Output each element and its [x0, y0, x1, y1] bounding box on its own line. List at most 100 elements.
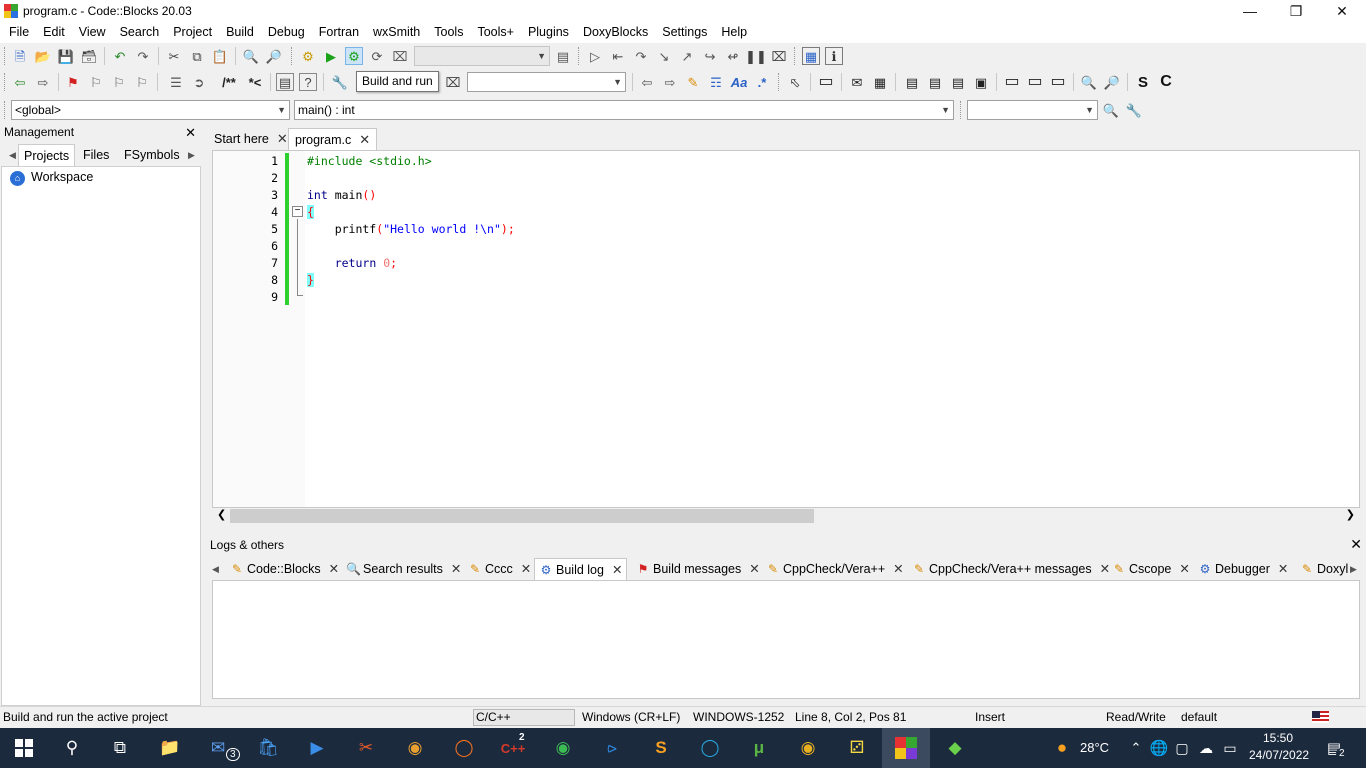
build-gear-icon[interactable]: ⚙ [299, 47, 317, 65]
symbols-s-icon[interactable]: S [1134, 73, 1152, 91]
toolbar-grip[interactable] [291, 47, 294, 65]
task-view-icon[interactable]: ⧉ [108, 736, 132, 760]
tab-build-messages[interactable]: ⚑ Build messages ✕ [636, 558, 760, 580]
doxy-help-icon[interactable]: ? [299, 73, 317, 91]
clear-bookmarks-icon[interactable]: ⚐ [133, 73, 151, 91]
toggle-bookmark-icon[interactable]: ⚑ [64, 73, 82, 91]
tab-search-results[interactable]: 🔍 Search results ✕ [346, 558, 461, 580]
tab-cscope[interactable]: ✎ Cscope ✕ [1112, 558, 1190, 580]
close-tab-icon[interactable]: ✕ [359, 132, 370, 147]
menu-plugins[interactable]: Plugins [521, 22, 576, 43]
zoom-out-icon[interactable]: 🔎 [1103, 73, 1121, 91]
copy-icon[interactable]: ⧉ [188, 47, 206, 65]
pause-icon[interactable]: ❚❚ [745, 47, 767, 65]
cscope-c-icon[interactable]: C [1157, 73, 1175, 91]
python-icon[interactable]: ⚂ [845, 736, 869, 760]
weather-temperature[interactable]: 28°C [1080, 740, 1109, 755]
symbol-settings-icon[interactable]: 🔧 [1125, 101, 1143, 119]
toolbar-grip[interactable] [4, 47, 7, 65]
menu-build[interactable]: Build [219, 22, 261, 43]
save-all-icon[interactable]: 🗃 [80, 47, 98, 65]
panel-tool-icon[interactable]: ▦ [871, 73, 889, 91]
codeblocks-taskbar-icon[interactable] [882, 728, 930, 768]
windows-start-icon[interactable] [12, 736, 36, 760]
run-to-cursor-icon[interactable]: ⇤ [609, 47, 627, 65]
build-and-run-icon[interactable]: ⚙ [345, 47, 363, 65]
next-instruction-icon[interactable]: ↪ [701, 47, 719, 65]
tab-cppcheck-messages[interactable]: ✎ CppCheck/Vera++ messages ✕ [912, 558, 1110, 580]
close-tab-icon[interactable]: ✕ [1100, 562, 1110, 576]
replace-icon[interactable]: 🔎 [265, 47, 283, 65]
obs-icon[interactable]: ◉ [403, 736, 427, 760]
symbol-search-combo[interactable]: ▼ [967, 100, 1098, 120]
file-explorer-icon[interactable]: 📁 [158, 736, 182, 760]
save-icon[interactable]: 💾 [57, 47, 75, 65]
media-player-icon[interactable]: ▶ [305, 736, 329, 760]
workspace-label[interactable]: Workspace [31, 170, 93, 184]
highlight-icon[interactable]: ✎ [684, 73, 702, 91]
editor-horizontal-scrollbar[interactable]: ❮ ❯ [212, 508, 1360, 525]
menu-wxsmith[interactable]: wxSmith [366, 22, 427, 43]
jump-back-icon[interactable]: ⇦ [11, 73, 29, 91]
frame-tool-icon[interactable]: ▭ [817, 73, 835, 91]
scope-combo[interactable]: <global> ▼ [11, 100, 290, 120]
debug-windows-icon[interactable]: ▦ [802, 47, 820, 65]
toolbar-grip[interactable] [794, 47, 797, 65]
build-target-combo[interactable]: ▼ [414, 46, 550, 66]
menu-edit[interactable]: Edit [36, 22, 72, 43]
match-case-icon[interactable]: Aa [730, 73, 748, 91]
pointer-tool-icon[interactable]: ⬁ [786, 73, 804, 91]
doxy-extract-icon[interactable]: ➲ [190, 73, 208, 91]
textctrl-tool-icon[interactable]: ▭ [1026, 73, 1044, 91]
redo-icon[interactable]: ↷ [134, 47, 152, 65]
undo-icon[interactable]: ↶ [111, 47, 129, 65]
weather-sun-icon[interactable]: ● [1050, 736, 1074, 760]
scroll-thumb[interactable] [230, 509, 814, 523]
battery-icon[interactable]: ▭ [1218, 736, 1242, 760]
dialog-tool-icon[interactable]: ✉ [848, 73, 866, 91]
snipping-tool-icon[interactable]: ✂ [354, 736, 378, 760]
function-combo[interactable]: main() : int ▼ [294, 100, 954, 120]
scroll-left-icon[interactable]: ❮ [217, 508, 226, 521]
menu-settings[interactable]: Settings [655, 22, 714, 43]
close-tab-icon[interactable]: ✕ [893, 562, 903, 576]
menu-project[interactable]: Project [166, 22, 219, 43]
stop-debug-icon[interactable]: ⌧ [770, 47, 788, 65]
close-tab-icon[interactable]: ✕ [749, 562, 759, 576]
close-tab-icon[interactable]: ✕ [277, 131, 288, 146]
debug-info-icon[interactable]: ℹ [825, 47, 843, 65]
chrome-icon[interactable]: ◉ [796, 736, 820, 760]
tab-build-log[interactable]: ⚙ Build log ✕ [534, 558, 628, 580]
paste-icon[interactable]: 📋 [211, 47, 229, 65]
clock-time[interactable]: 15:50 [1263, 731, 1293, 745]
close-tab-icon[interactable]: ✕ [329, 562, 339, 576]
clock-date[interactable]: 24/07/2022 [1249, 748, 1309, 762]
scroll-right-icon[interactable]: ❯ [1346, 508, 1355, 521]
menu-doxyblocks[interactable]: DoxyBlocks [576, 22, 655, 43]
tab-codeblocks-log[interactable]: ✎ Code::Blocks ✕ [230, 558, 339, 580]
menu-view[interactable]: View [72, 22, 113, 43]
tab-debugger[interactable]: ⚙ Debugger ✕ [1198, 558, 1289, 580]
git-gui-icon[interactable]: ◆ [943, 736, 967, 760]
cut-icon[interactable]: ✂ [165, 47, 183, 65]
fold-collapse-icon[interactable]: − [292, 206, 303, 217]
close-tab-icon[interactable]: ✕ [451, 562, 461, 576]
insert-bottom-icon[interactable]: ▣ [972, 73, 990, 91]
tab-fsymbols[interactable]: FSymbols [119, 144, 185, 166]
store-icon[interactable]: 🛍 [256, 736, 280, 760]
close-tab-icon[interactable]: ✕ [521, 562, 531, 576]
menu-help[interactable]: Help [714, 22, 754, 43]
sublime-text-icon[interactable]: S [649, 736, 673, 760]
rebuild-icon[interactable]: ⟳ [368, 47, 386, 65]
abort-icon[interactable]: ⌧ [391, 47, 409, 65]
vscode-icon[interactable]: ⪧ [600, 736, 624, 760]
new-file-icon[interactable]: 🗎 [11, 47, 29, 65]
selected-text-icon[interactable]: ☶ [707, 73, 725, 91]
language-globe-icon[interactable]: 🌐 [1147, 736, 1171, 760]
logs-scroll-right-icon[interactable]: ▶ [1350, 558, 1357, 580]
close-tab-icon[interactable]: ✕ [612, 563, 622, 577]
find-next-icon[interactable]: ⇨ [661, 73, 679, 91]
utorrent-icon[interactable]: μ [747, 736, 771, 760]
clear-icon[interactable]: ⌧ [444, 73, 462, 91]
button-tool-icon[interactable]: ▭ [1003, 73, 1021, 91]
